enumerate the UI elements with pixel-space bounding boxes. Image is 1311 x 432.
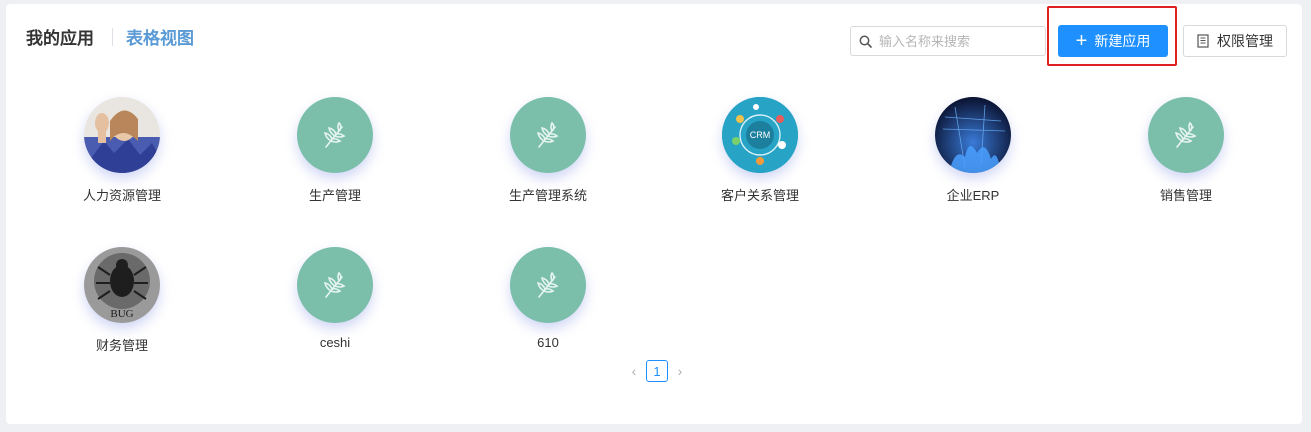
plus-icon: + [1075, 30, 1088, 52]
app-label: 财务管理 [95, 338, 148, 353]
title-divider [112, 28, 113, 46]
bug-avatar: BUG [84, 247, 160, 323]
app-label: 生产管理 [308, 188, 361, 203]
network-photo-avatar [935, 97, 1011, 173]
permission-button[interactable]: 权限管理 [1183, 25, 1287, 57]
app-label: 客户关系管理 [720, 188, 799, 203]
app-label: ceshi [319, 335, 351, 350]
app-item[interactable]: CRM 客户关系管理 [660, 97, 860, 204]
app-item[interactable]: 生产管理 [235, 97, 435, 204]
prev-page-button[interactable]: ‹ [626, 363, 642, 379]
search-box[interactable] [850, 26, 1046, 56]
new-app-label: 新建应用 [1094, 33, 1151, 49]
search-input[interactable] [877, 32, 1041, 50]
page-number-current[interactable]: 1 [646, 360, 668, 382]
pagination: ‹ 1 › [626, 360, 688, 382]
crm-avatar-text: CRM [750, 130, 771, 140]
apps-panel: 我的应用 表格视图 + 新建应用 权限管理 [6, 4, 1302, 424]
app-label: 生产管理系统 [508, 188, 587, 203]
app-label: 企业ERP [946, 188, 1000, 203]
app-label: 销售管理 [1159, 188, 1212, 203]
app-item[interactable]: ceshi [235, 247, 435, 350]
app-item[interactable]: 人力资源管理 [22, 97, 222, 204]
search-icon [859, 35, 872, 48]
next-page-button[interactable]: › [672, 363, 688, 379]
app-label: 人力资源管理 [82, 188, 161, 203]
permission-label: 权限管理 [1217, 33, 1273, 49]
crm-avatar: CRM [722, 97, 798, 173]
photo-person-avatar [84, 97, 160, 173]
app-label: 610 [537, 335, 559, 350]
table-view-link[interactable]: 表格视图 [126, 24, 194, 49]
new-app-button[interactable]: + 新建应用 [1058, 25, 1168, 57]
document-icon [1197, 34, 1209, 48]
app-item[interactable]: 企业ERP [873, 97, 1073, 204]
wheat-icon [1148, 97, 1224, 173]
app-item[interactable]: 生产管理系统 [448, 97, 648, 204]
wheat-icon [510, 247, 586, 323]
wheat-icon [297, 97, 373, 173]
app-item[interactable]: 610 [448, 247, 648, 350]
wheat-icon [297, 247, 373, 323]
page-title: 我的应用 [26, 29, 94, 48]
app-item[interactable]: BUG 财务管理 [22, 247, 222, 354]
bug-avatar-text: BUG [110, 308, 133, 320]
app-item[interactable]: 销售管理 [1086, 97, 1286, 204]
wheat-icon [510, 97, 586, 173]
